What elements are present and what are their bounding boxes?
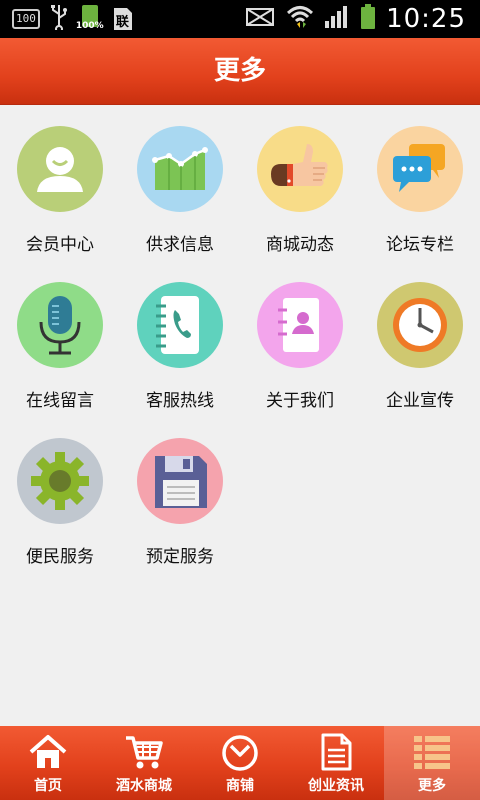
status-right: 10:25 bbox=[246, 4, 466, 34]
tab-more[interactable]: 更多 bbox=[384, 726, 480, 800]
tab-label: 更多 bbox=[418, 778, 446, 794]
menu-label: 企业宣传 bbox=[386, 391, 454, 411]
title-bar: 更多 bbox=[0, 38, 480, 105]
bottom-tab-bar: 首页 酒水商城 商铺 创业资讯 更多 bbox=[0, 726, 480, 800]
tab-label: 首页 bbox=[34, 778, 62, 794]
menu-label: 在线留言 bbox=[26, 391, 94, 411]
home-icon bbox=[29, 735, 67, 768]
cell-signal-icon bbox=[324, 5, 350, 33]
menu-label: 商城动态 bbox=[266, 235, 334, 255]
thumbs-up-icon bbox=[257, 126, 343, 212]
compass-icon bbox=[222, 735, 258, 771]
battery-app-percent: 100% bbox=[75, 21, 104, 31]
no-signal-icon bbox=[246, 6, 276, 32]
sim-label: 联 bbox=[115, 15, 129, 30]
sim-icon: 联 bbox=[112, 6, 134, 32]
tab-label: 商铺 bbox=[226, 778, 254, 794]
menu-label: 供求信息 bbox=[146, 235, 214, 255]
menu-item-supply-demand[interactable]: 供求信息 bbox=[120, 104, 240, 255]
phone-book-icon bbox=[137, 282, 223, 368]
clock-icon bbox=[377, 282, 463, 368]
cart-icon bbox=[126, 736, 163, 769]
status-left: 100 100% 联 bbox=[12, 3, 134, 34]
battery-app-icon: 100% bbox=[75, 3, 104, 33]
usb-icon bbox=[50, 4, 68, 34]
menu-item-about-us[interactable]: 关于我们 bbox=[240, 260, 360, 411]
wifi-icon bbox=[286, 4, 314, 34]
microphone-icon bbox=[17, 282, 103, 368]
tab-startup-news[interactable]: 创业资讯 bbox=[288, 726, 384, 800]
floppy-disk-icon bbox=[137, 438, 223, 524]
page-title: 更多 bbox=[213, 56, 266, 86]
menu-item-convenience-service[interactable]: 便民服务 bbox=[0, 416, 120, 567]
menu-label: 会员中心 bbox=[26, 235, 94, 255]
menu-item-mall-news[interactable]: 商城动态 bbox=[240, 104, 360, 255]
menu-label: 客服热线 bbox=[146, 391, 214, 411]
menu-label: 论坛专栏 bbox=[386, 235, 454, 255]
menu-item-service-hotline[interactable]: 客服热线 bbox=[120, 260, 240, 411]
contact-card-icon bbox=[257, 282, 343, 368]
list-icon bbox=[414, 736, 450, 769]
document-icon bbox=[321, 733, 352, 771]
notification-badge: 100 bbox=[12, 9, 40, 29]
tab-label: 创业资讯 bbox=[308, 778, 364, 794]
menu-label: 便民服务 bbox=[26, 547, 94, 567]
menu-label: 预定服务 bbox=[146, 547, 214, 567]
supply-demand-chart-icon bbox=[137, 126, 223, 212]
menu-item-member-center[interactable]: 会员中心 bbox=[0, 104, 120, 255]
menu-item-corporate-promotion[interactable]: 企业宣传 bbox=[360, 260, 480, 411]
battery-icon bbox=[360, 4, 376, 34]
menu-item-booking-service[interactable]: 预定服务 bbox=[120, 416, 240, 567]
member-center-icon bbox=[17, 126, 103, 212]
tab-liquor-mall[interactable]: 酒水商城 bbox=[96, 726, 192, 800]
chat-bubbles-icon bbox=[377, 126, 463, 212]
gear-icon bbox=[17, 438, 103, 524]
status-bar: 100 100% 联 10:25 bbox=[0, 0, 480, 38]
tab-shops[interactable]: 商铺 bbox=[192, 726, 288, 800]
clock-time: 10:25 bbox=[386, 4, 466, 34]
tab-label: 酒水商城 bbox=[116, 778, 172, 794]
menu-item-online-message[interactable]: 在线留言 bbox=[0, 260, 120, 411]
menu-item-forum[interactable]: 论坛专栏 bbox=[360, 104, 480, 255]
tab-home[interactable]: 首页 bbox=[0, 726, 96, 800]
menu-label: 关于我们 bbox=[266, 391, 334, 411]
